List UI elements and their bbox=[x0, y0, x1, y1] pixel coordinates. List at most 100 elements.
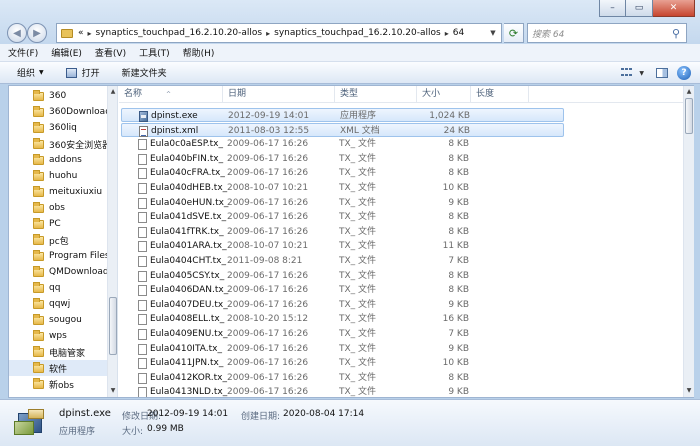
file-icon bbox=[138, 314, 147, 326]
refresh-button[interactable]: ⟳ bbox=[504, 23, 524, 43]
sidebar-item[interactable]: 新obs bbox=[9, 376, 107, 392]
scroll-up-icon[interactable]: ▲ bbox=[108, 87, 117, 97]
sidebar-item[interactable]: 360liq bbox=[9, 120, 107, 136]
breadcrumb-item[interactable]: synaptics_touchpad_16.2.10.20-allos bbox=[96, 28, 263, 38]
scroll-down-icon[interactable]: ▼ bbox=[108, 386, 117, 396]
address-history-dropdown[interactable]: ▼ bbox=[484, 23, 502, 43]
address-bar[interactable]: « ▸ synaptics_touchpad_16.2.10.20-allos … bbox=[56, 23, 502, 43]
view-dropdown-chevron-icon[interactable]: ▼ bbox=[639, 70, 644, 77]
sidebar-item-label: PC bbox=[49, 219, 61, 229]
menu-view[interactable]: 查看(V) bbox=[95, 46, 126, 59]
file-row[interactable]: dpinst.xml 2011-08-03 12:55 XML 文档 24 KB bbox=[121, 122, 564, 137]
file-row[interactable]: Eula0406DAN.tx_ 2009-06-17 16:26 TX_ 文件 8 K… bbox=[121, 283, 564, 297]
file-list-scroll-thumb[interactable] bbox=[685, 98, 693, 134]
scroll-up-icon[interactable]: ▲ bbox=[684, 87, 694, 97]
breadcrumb-overflow[interactable]: « bbox=[78, 28, 84, 38]
menu-help[interactable]: 帮助(H) bbox=[183, 46, 215, 59]
preview-pane-icon[interactable] bbox=[656, 68, 668, 78]
file-size: 8 KB bbox=[448, 139, 469, 150]
sidebar-item-label: qq bbox=[49, 283, 61, 293]
sidebar-item[interactable]: 360安全浏览器 bbox=[9, 136, 107, 152]
file-type: TX_ 文件 bbox=[339, 314, 377, 325]
forward-button[interactable]: ▶ bbox=[27, 23, 47, 43]
breadcrumb-item[interactable]: 64 bbox=[453, 28, 464, 38]
file-row[interactable]: Eula0407DEU.tx_ 2009-06-17 16:26 TX_ 文件 9 K… bbox=[121, 298, 564, 312]
sidebar-item[interactable]: Program Files bbox=[9, 248, 107, 264]
view-options-icon[interactable] bbox=[621, 68, 633, 78]
column-header-date[interactable]: 日期 bbox=[223, 86, 335, 103]
file-row[interactable]: Eula0409ENU.tx_ 2009-06-17 16:26 TX_ 文件 7 K… bbox=[121, 327, 564, 341]
file-row[interactable]: Eula041fTRK.tx_ 2009-06-17 16:26 TX_ 文件 8 K… bbox=[121, 225, 564, 239]
file-date: 2008-10-07 10:21 bbox=[227, 183, 309, 193]
sidebar-item[interactable]: pc包 bbox=[9, 232, 107, 248]
file-row[interactable]: Eula0410ITA.tx_ 2009-06-17 16:26 TX_ 文件 9 K… bbox=[121, 342, 564, 356]
sidebar-item[interactable]: qqwj bbox=[9, 296, 107, 312]
menu-tools[interactable]: 工具(T) bbox=[139, 46, 170, 59]
file-row[interactable]: Eula0411JPN.tx_ 2009-06-17 16:26 TX_ 文件 10 … bbox=[121, 356, 564, 370]
file-type: TX_ 文件 bbox=[339, 299, 377, 310]
sidebar-item[interactable]: qq bbox=[9, 280, 107, 296]
sidebar-item[interactable]: huohu bbox=[9, 168, 107, 184]
file-type: 应用程序 bbox=[340, 111, 377, 121]
column-header-size[interactable]: 大小 bbox=[417, 86, 471, 103]
sidebar-item[interactable]: 360 bbox=[9, 88, 107, 104]
file-row[interactable]: Eula0412KOR.tx_ 2009-06-17 16:26 TX_ 文件 8 K… bbox=[121, 371, 564, 385]
sidebar-item[interactable]: sougou bbox=[9, 312, 107, 328]
back-button[interactable]: ◀ bbox=[7, 23, 27, 43]
help-icon[interactable]: ? bbox=[677, 66, 691, 80]
open-button[interactable]: 打开 bbox=[65, 66, 100, 79]
maximize-button[interactable]: ▭ bbox=[626, 0, 653, 17]
file-row[interactable]: Eula041dSVE.tx_ 2009-06-17 16:26 TX_ 文件 8 K… bbox=[121, 210, 564, 224]
folder-icon bbox=[33, 329, 44, 341]
menu-file[interactable]: 文件(F) bbox=[8, 46, 38, 59]
file-date: 2009-06-17 16:26 bbox=[227, 372, 309, 383]
file-row[interactable]: Eula0408ELL.tx_ 2008-10-20 15:12 TX_ 文件 16 … bbox=[121, 312, 564, 326]
file-row[interactable]: Eula040eHUN.tx_ 2009-06-17 16:26 TX_ 文件 9 K… bbox=[121, 196, 564, 210]
breadcrumb-item[interactable]: synaptics_touchpad_16.2.10.20-allos bbox=[274, 28, 441, 38]
file-type: TX_ 文件 bbox=[339, 358, 377, 369]
file-row[interactable]: Eula0401ARA.tx_ 2008-10-07 10:21 TX_ 文件 11 … bbox=[121, 239, 564, 253]
minimize-button[interactable]: – bbox=[599, 0, 626, 17]
file-row[interactable]: Eula0405CSY.tx_ 2009-06-17 16:26 TX_ 文件 8 K… bbox=[121, 269, 564, 283]
sidebar-item[interactable]: QMDownload bbox=[9, 264, 107, 280]
organize-button[interactable]: 组织 ▼ bbox=[17, 66, 44, 79]
file-date: 2009-06-17 16:26 bbox=[227, 153, 309, 164]
file-row[interactable]: Eula0413NLD.tx_ 2009-06-17 16:26 TX_ 文件 9 K… bbox=[121, 385, 564, 397]
file-row[interactable]: Eula040cFRA.tx_ 2009-06-17 16:26 TX_ 文件 8 K… bbox=[121, 166, 564, 180]
file-row[interactable]: Eula0c0aESP.tx_ 2009-06-17 16:26 TX_ 文件 8 K… bbox=[121, 137, 564, 151]
file-size: 8 KB bbox=[448, 212, 469, 223]
sidebar-item[interactable]: meituxiuxiu bbox=[9, 184, 107, 200]
sidebar-item[interactable]: 电脑管家 bbox=[9, 344, 107, 360]
column-header-name[interactable]: ^ 名称 bbox=[119, 86, 223, 103]
file-row[interactable]: Eula040dHEB.tx_ 2008-10-07 10:21 TX_ 文件 10 … bbox=[121, 181, 564, 195]
menu-edit[interactable]: 编辑(E) bbox=[51, 46, 82, 59]
sidebar-item[interactable]: PC bbox=[9, 216, 107, 232]
file-row[interactable]: dpinst.exe 2012-09-19 14:01 应用程序 1,024 KB bbox=[121, 108, 564, 122]
file-date: 2009-06-17 16:26 bbox=[227, 299, 309, 310]
scroll-down-icon[interactable]: ▼ bbox=[684, 386, 694, 396]
file-size: 16 KB bbox=[442, 314, 469, 325]
close-button[interactable]: ✕ bbox=[653, 0, 695, 17]
file-date: 2008-10-20 15:12 bbox=[227, 314, 309, 325]
sidebar-scrollbar[interactable]: ▲ ▼ bbox=[107, 86, 117, 397]
sidebar-item[interactable]: obs bbox=[9, 200, 107, 216]
column-header-length[interactable]: 长度 bbox=[471, 86, 529, 103]
sidebar-item[interactable]: addons bbox=[9, 152, 107, 168]
file-row[interactable]: Eula0404CHT.tx_ 2011-09-08 8:21 TX_ 文件 7 KB bbox=[121, 254, 564, 268]
column-header-type[interactable]: 类型 bbox=[335, 86, 417, 103]
sidebar-item[interactable]: 软件 bbox=[9, 360, 107, 376]
chevron-right-icon[interactable]: ▸ bbox=[88, 29, 92, 38]
file-list-scrollbar[interactable]: ▲ ▼ bbox=[683, 86, 694, 397]
file-type: TX_ 文件 bbox=[339, 256, 377, 266]
sidebar-item[interactable]: 360Downloads bbox=[9, 104, 107, 120]
sidebar-item[interactable]: wps bbox=[9, 328, 107, 344]
chevron-right-icon[interactable]: ▸ bbox=[445, 29, 449, 38]
new-folder-button[interactable]: 新建文件夹 bbox=[122, 66, 167, 79]
sidebar-scroll-thumb[interactable] bbox=[109, 297, 117, 355]
search-icon[interactable]: ⚲ bbox=[672, 27, 680, 40]
file-row[interactable]: Eula040bFIN.tx_ 2009-06-17 16:26 TX_ 文件 8 K… bbox=[121, 152, 564, 166]
chevron-right-icon[interactable]: ▸ bbox=[266, 29, 270, 38]
search-input[interactable]: 搜索 64 ⚲ bbox=[527, 23, 687, 43]
sidebar-item-label: pc包 bbox=[49, 236, 69, 247]
sidebar-item-label: 360liq bbox=[49, 123, 77, 133]
